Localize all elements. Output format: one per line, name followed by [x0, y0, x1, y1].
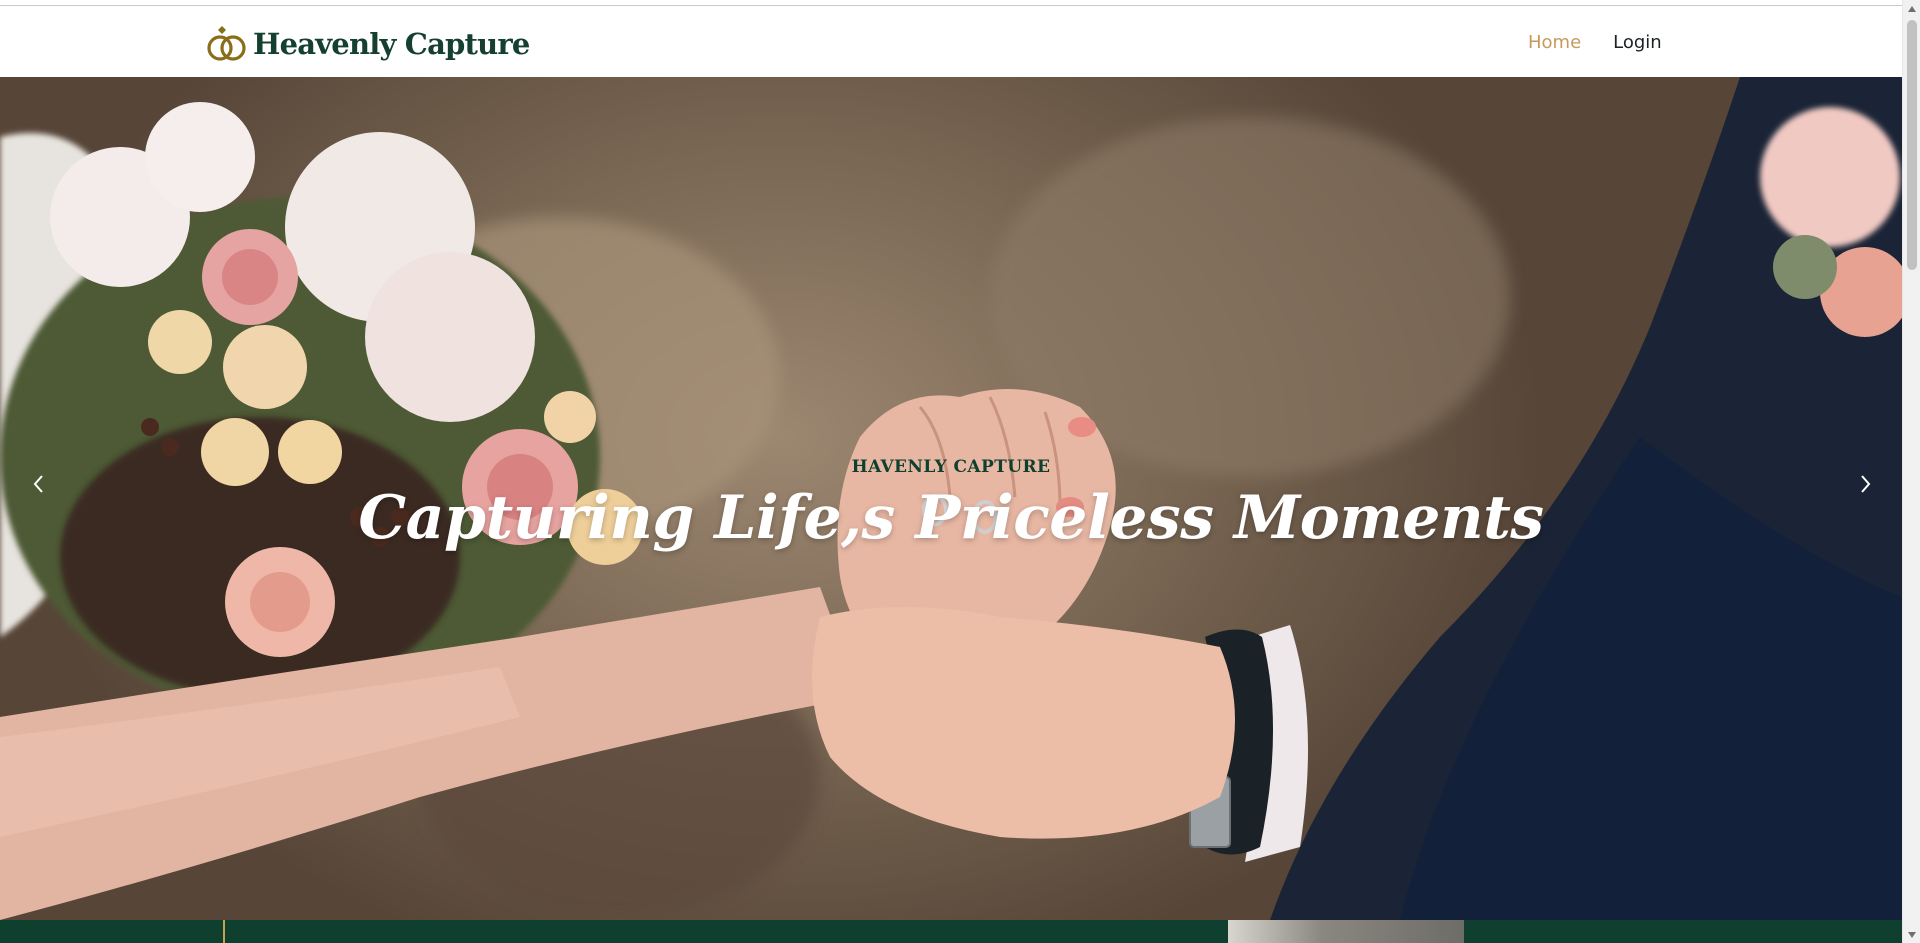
main-nav: Home Login [1528, 32, 1662, 53]
nav-login-link[interactable]: Login [1613, 32, 1662, 53]
hero-eyebrow: HAVENLY CAPTURE [851, 457, 1051, 477]
navbar: Heavenly Capture Home Login [0, 6, 1902, 77]
scroll-up-arrow-icon[interactable] [1903, 0, 1920, 17]
page-scrollbar[interactable] [1902, 0, 1920, 943]
hero-heading: Capturing Life,s Priceless Moments [358, 483, 1544, 553]
brand-name: Heavenly Capture [253, 27, 530, 61]
scroll-thumb[interactable] [1907, 20, 1917, 270]
chevron-right-icon [1861, 475, 1871, 493]
brand-logo-link[interactable]: Heavenly Capture [206, 24, 530, 64]
page: Heavenly Capture Home Login HAVENLY CAPT… [0, 0, 1902, 943]
hero-caption: HAVENLY CAPTURE Capturing Life,s Pricele… [0, 457, 1902, 553]
carousel-next-button[interactable] [1844, 462, 1888, 506]
carousel-prev-button[interactable] [16, 462, 60, 506]
strip-divider [223, 920, 225, 943]
strip-thumbnail [1228, 920, 1464, 943]
next-section-strip [0, 920, 1902, 943]
wedding-rings-icon [206, 25, 248, 63]
hero-carousel: HAVENLY CAPTURE Capturing Life,s Pricele… [0, 77, 1902, 920]
chevron-left-icon [33, 475, 43, 493]
scroll-down-arrow-icon[interactable] [1903, 926, 1920, 943]
nav-home-link[interactable]: Home [1528, 32, 1581, 53]
